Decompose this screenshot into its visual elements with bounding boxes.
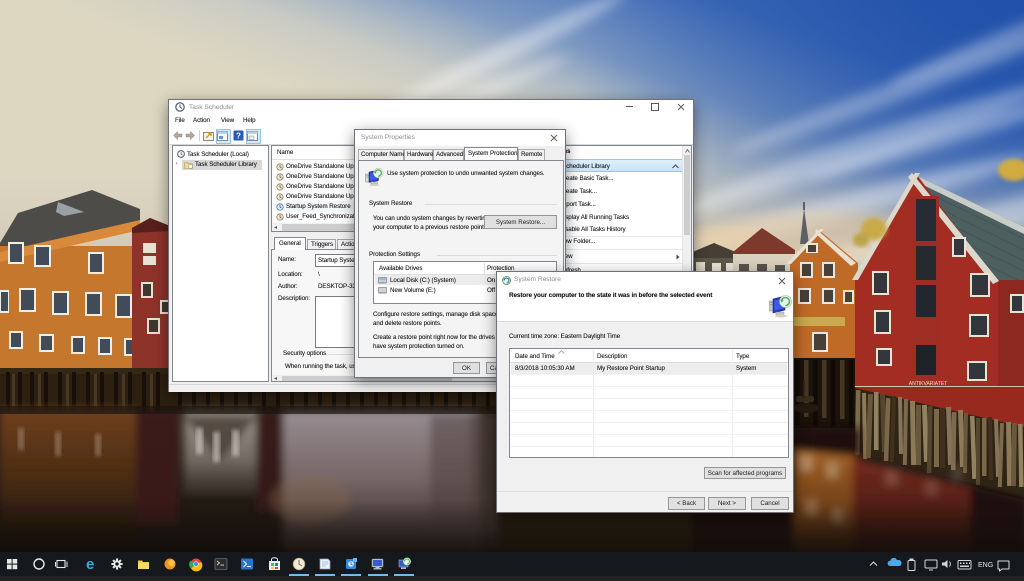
svg-text:ENG: ENG	[978, 562, 993, 569]
svg-text:e: e	[86, 556, 94, 573]
svg-text:?: ?	[236, 132, 241, 141]
svg-text:ANTIKVARIATET: ANTIKVARIATET	[909, 381, 947, 387]
